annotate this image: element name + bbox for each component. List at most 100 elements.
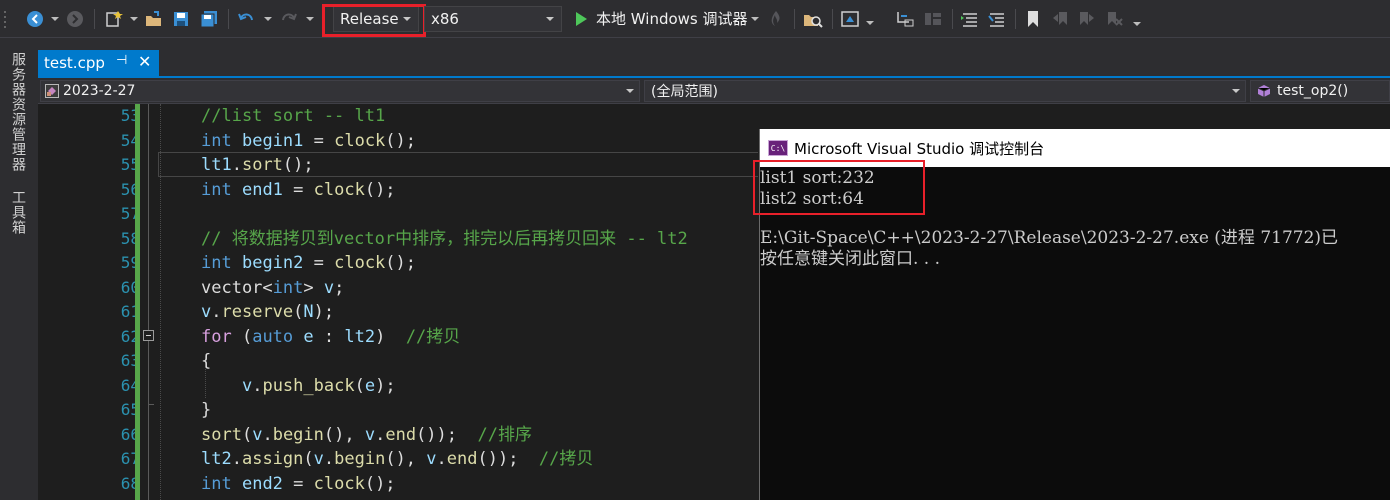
side-tool-window-bar: 服务器资源管理器 工具箱 <box>0 38 38 500</box>
code-line: { <box>201 351 212 371</box>
start-play-icon[interactable] <box>571 0 591 38</box>
save-icon[interactable] <box>170 0 192 38</box>
breakpoint-layout-icon[interactable] <box>921 0 945 38</box>
line-number: 54 <box>120 130 140 150</box>
line-number: 60 <box>120 277 140 297</box>
code-line: int begin1 = clock(); <box>201 130 417 151</box>
toolbar-separator <box>952 9 953 29</box>
toolbar-overflow-chevron-icon[interactable] <box>1133 22 1141 26</box>
code-line: v.reserve(N); <box>201 302 335 322</box>
next-bookmark-icon[interactable] <box>1076 0 1098 38</box>
debug-console-window[interactable]: C:\ Microsoft Visual Studio 调试控制台 list1 … <box>759 129 1390 500</box>
open-folder-icon[interactable] <box>143 0 165 38</box>
tab-file-name: test.cpp <box>44 54 105 72</box>
scope-select[interactable]: (全局范围) <box>644 80 1246 102</box>
tab-test-cpp[interactable]: test.cpp ⊣ ✕ <box>38 50 159 76</box>
browse-dropdown-chevron-icon[interactable] <box>866 21 874 25</box>
prev-bookmark-icon[interactable] <box>1049 0 1071 38</box>
console-app-icon: C:\ <box>768 140 788 156</box>
navigation-bar: 2023-2-27 (全局范围) test_op2() <box>38 78 1390 104</box>
line-number: 63 <box>120 351 140 370</box>
solution-configuration-select[interactable]: Release <box>333 6 419 32</box>
code-line: int end1 = clock(); <box>201 179 396 200</box>
bookmark-icon[interactable] <box>1022 0 1044 38</box>
comment-icon[interactable] <box>958 0 982 38</box>
line-number: 59 <box>120 253 140 272</box>
code-line: } <box>201 400 212 420</box>
server-explorer-tab[interactable]: 服务器资源管理器 <box>7 52 29 172</box>
code-line: int begin2 = clock(); <box>201 253 417 273</box>
line-number-margin: 53 54 55 56 57 58 59 60 61 62 63 64 65 6… <box>58 104 146 500</box>
close-icon[interactable]: ✕ <box>138 52 151 71</box>
start-debugger-button[interactable]: 本地 Windows 调试器 <box>596 0 748 38</box>
project-name: 2023-2-27 <box>63 83 136 99</box>
console-output-line: E:\Git-Space\C++\2023-2-27\Release\2023-… <box>760 228 1339 248</box>
back-icon[interactable] <box>24 0 46 38</box>
chevron-down-icon <box>403 17 411 21</box>
change-tracking-bar <box>135 104 140 500</box>
code-line: // 将数据拷贝到vector中排序，排完以后再拷贝回来 -- lt2 <box>201 228 688 249</box>
solution-platform-select[interactable]: x86 <box>424 6 562 32</box>
code-line: int end2 = clock(); <box>201 473 396 494</box>
line-number: 58 <box>120 228 140 248</box>
document-tab-strip: test.cpp ⊣ ✕ <box>38 38 1390 78</box>
toolbar-separator <box>1015 9 1016 29</box>
line-number: 64 <box>120 375 140 395</box>
toolbar-separator <box>94 9 95 29</box>
console-title: Microsoft Visual Studio 调试控制台 <box>794 139 1045 158</box>
indicator-margin[interactable] <box>38 104 58 500</box>
console-title-bar[interactable]: C:\ Microsoft Visual Studio 调试控制台 <box>760 129 1390 167</box>
redo-dropdown-chevron-icon[interactable] <box>306 17 314 21</box>
line-number: 56 <box>120 179 140 199</box>
forward-icon[interactable] <box>64 0 86 38</box>
toolbar-separator <box>794 9 795 29</box>
line-number: 61 <box>120 302 140 321</box>
save-all-icon[interactable] <box>197 0 221 38</box>
hot-reload-icon[interactable] <box>765 0 787 38</box>
toolbar-separator <box>832 9 833 29</box>
code-line: //list sort -- lt1 <box>201 106 386 126</box>
pin-icon[interactable]: ⊣ <box>116 53 127 68</box>
undo-dropdown-chevron-icon[interactable] <box>264 17 272 21</box>
new-project-icon[interactable] <box>102 0 126 38</box>
member-select[interactable]: test_op2() <box>1250 80 1390 102</box>
member-name: test_op2() <box>1277 83 1349 99</box>
back-dropdown-chevron-icon[interactable] <box>51 17 59 21</box>
find-in-files-icon[interactable] <box>801 0 825 38</box>
undo-icon[interactable] <box>235 0 257 38</box>
main-toolbar: Release x86 本地 Windows 调试器 <box>0 0 1390 38</box>
scope-name: (全局范围) <box>651 84 718 100</box>
toolbar-separator <box>228 9 229 29</box>
line-number: 65 <box>120 400 140 419</box>
platform-value: x86 <box>431 10 459 28</box>
outlining-line <box>148 104 149 500</box>
toolbox-tab[interactable]: 工具箱 <box>7 190 29 235</box>
line-number: 57 <box>120 204 140 223</box>
collapse-toggle-icon[interactable] <box>143 330 154 341</box>
step-into-icon[interactable] <box>893 0 917 38</box>
line-number: 67 <box>120 449 140 468</box>
debugger-dropdown-chevron-icon[interactable] <box>751 17 759 21</box>
redo-icon[interactable] <box>278 0 300 38</box>
chevron-down-icon <box>626 89 634 93</box>
code-line: v.push_back(e); <box>241 375 396 396</box>
line-number: 68 <box>120 473 140 493</box>
project-select[interactable]: 2023-2-27 <box>40 80 640 102</box>
browse-icon[interactable] <box>839 0 861 38</box>
code-line: for (auto e : lt2) //拷贝 <box>201 326 461 347</box>
chevron-down-icon <box>1232 89 1240 93</box>
configuration-value: Release <box>340 10 399 28</box>
line-number: 66 <box>120 424 140 444</box>
code-line: lt1.sort(); <box>201 155 314 175</box>
line-number: 55 <box>120 155 140 174</box>
line-number: 62 <box>120 326 140 346</box>
console-output-line: 按任意键关闭此窗口. . . <box>760 249 941 269</box>
new-dropdown-chevron-icon[interactable] <box>130 17 138 21</box>
clear-bookmarks-icon[interactable] <box>1103 0 1125 38</box>
outlining-end-marker <box>148 404 154 405</box>
method-icon <box>1257 85 1271 97</box>
code-line: vector<int> v; <box>201 277 345 298</box>
uncomment-icon[interactable] <box>985 0 1009 38</box>
line-number: 53 <box>120 106 140 125</box>
chevron-down-icon <box>546 17 554 21</box>
